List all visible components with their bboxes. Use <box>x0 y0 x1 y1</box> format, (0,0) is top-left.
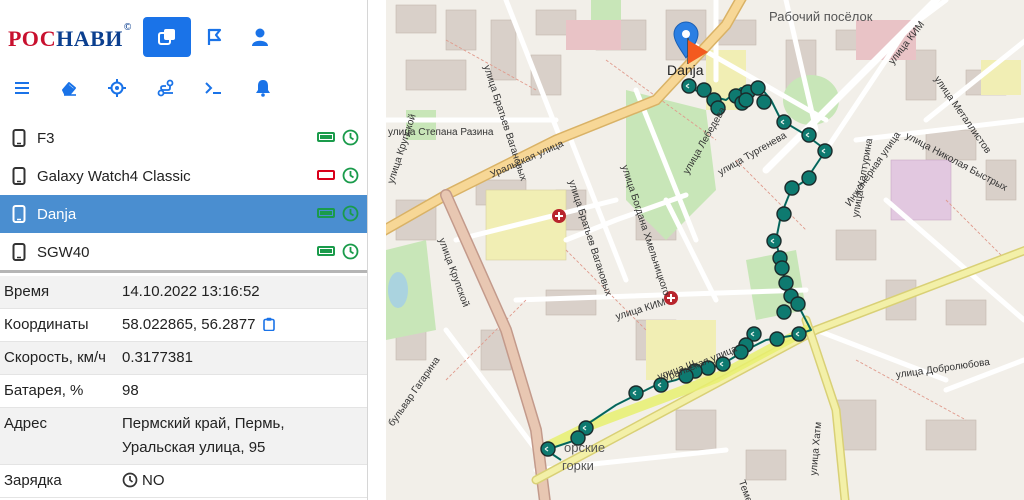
route-icon <box>157 79 174 97</box>
device-name: Galaxy Watch4 Classic <box>37 167 191 185</box>
splitter[interactable] <box>368 0 386 500</box>
bell-icon <box>256 80 270 97</box>
address-line: Уральская улица, 95 <box>122 439 266 456</box>
app-logo: РОСНАВИ© <box>8 22 132 51</box>
eraser-icon <box>62 82 76 96</box>
clock-icon <box>342 129 359 146</box>
phone-icon <box>12 167 26 185</box>
property-row-coordinates: Координаты 58.022865, 56.2877 <box>0 309 367 342</box>
route-button[interactable] <box>154 76 178 100</box>
phone-icon <box>12 205 26 223</box>
panel-divider <box>0 270 367 273</box>
user-icon <box>252 28 268 46</box>
clear-button[interactable] <box>57 76 81 100</box>
notifications-button[interactable] <box>251 76 275 100</box>
address-line: Пермский край, Пермь, <box>122 415 285 432</box>
map-label-district: Рабочий посёлок <box>769 9 873 24</box>
device-name: F3 <box>37 129 55 147</box>
battery-empty-icon <box>317 170 335 180</box>
charging-value: NO <box>142 472 165 489</box>
battery-full-icon <box>317 132 335 142</box>
device-item-selected[interactable]: Danja <box>0 195 367 233</box>
device-item[interactable]: Galaxy Watch4 Classic <box>0 157 367 195</box>
map-canvas[interactable] <box>386 0 1024 500</box>
device-list: F3 Galaxy Watch4 Classic Danja SGW40 <box>0 119 367 271</box>
clipboard-icon[interactable] <box>262 317 275 331</box>
clock-icon <box>342 167 359 184</box>
device-item[interactable]: F3 <box>0 119 367 157</box>
property-row-time: Время 14.10.2022 13:16:52 <box>0 276 367 309</box>
map-label-district: орские <box>564 440 606 455</box>
objects-icon <box>158 29 175 45</box>
geofences-tab-button[interactable] <box>191 17 239 57</box>
property-row-address: Адрес Пермский край, Пермь, Уральская ул… <box>0 408 367 465</box>
property-row-speed: Скорость, км/ч 0.3177381 <box>0 342 367 375</box>
device-properties-table: Время 14.10.2022 13:16:52 Координаты 58.… <box>0 276 367 498</box>
sidebar-panel: РОСНАВИ© F3 Galaxy Watch4 Classic Danja … <box>0 0 368 500</box>
menu-button[interactable] <box>10 76 34 100</box>
battery-full-icon <box>317 246 335 256</box>
objects-tab-button[interactable] <box>143 17 191 57</box>
device-name: Danja <box>37 205 77 223</box>
terminal-icon <box>205 82 221 94</box>
property-row-charging: Зарядка NO <box>0 465 367 498</box>
property-row-battery: Батарея, % 98 <box>0 375 367 408</box>
clock-icon <box>342 205 359 222</box>
flag-icon <box>207 28 222 45</box>
locate-icon <box>108 79 126 97</box>
phone-icon <box>12 129 26 147</box>
device-name: SGW40 <box>37 243 90 261</box>
coordinates-value: 58.022865, 56.2877 <box>122 316 256 333</box>
battery-full-icon <box>317 208 335 218</box>
map-label-street: улица Степана Разина <box>388 127 494 138</box>
map-view[interactable]: Danja Рабочий посёлок орские горки Ураль… <box>386 0 1024 500</box>
marker-label: Danja <box>667 62 704 78</box>
user-tab-button[interactable] <box>236 17 284 57</box>
map-label-district: горки <box>562 458 594 473</box>
menu-icon <box>15 82 29 94</box>
clock-icon <box>342 243 359 260</box>
phone-icon <box>12 243 26 261</box>
clock-icon <box>122 472 138 488</box>
device-item[interactable]: SGW40 <box>0 233 367 271</box>
locate-button[interactable] <box>105 76 129 100</box>
commands-button[interactable] <box>201 76 225 100</box>
